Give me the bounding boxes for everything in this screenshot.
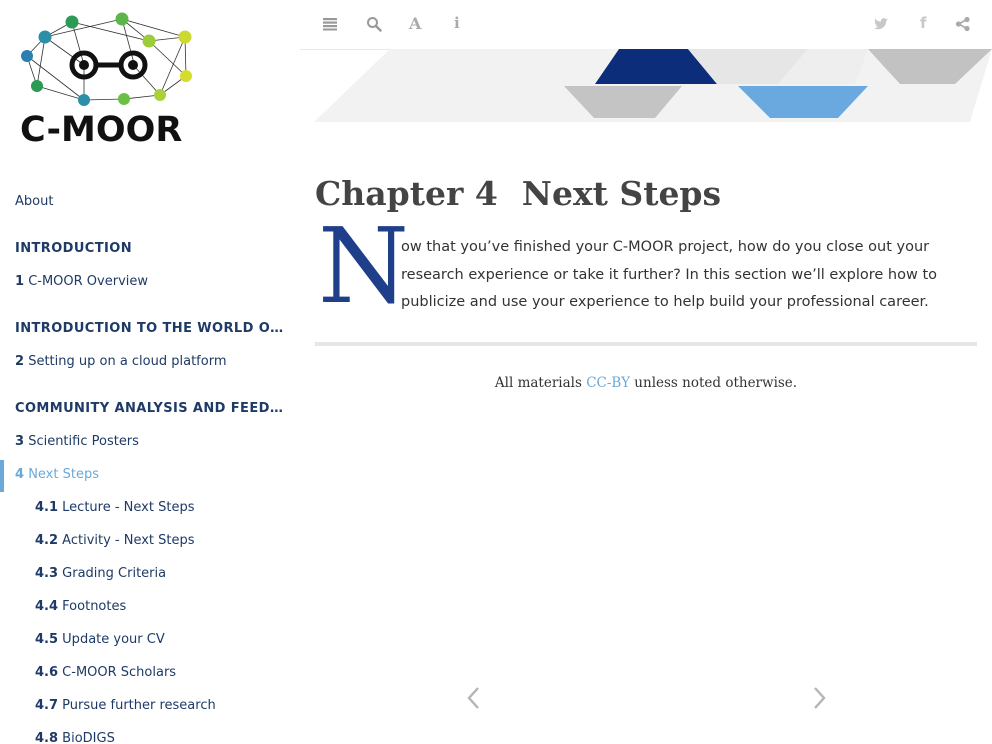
logo-text: C-MOOR bbox=[20, 110, 183, 150]
section-number: 4.7 bbox=[35, 698, 59, 713]
license-note: All materials CC-BY unless noted otherwi… bbox=[315, 375, 977, 391]
section-number: 4.2 bbox=[35, 533, 59, 548]
section-number: 4.3 bbox=[35, 566, 59, 581]
section-label: C-MOOR Scholars bbox=[62, 665, 177, 680]
chapter-number: 3 bbox=[15, 434, 25, 449]
section-number: 4.5 bbox=[35, 632, 59, 647]
font-icon[interactable]: A bbox=[409, 14, 425, 33]
search-icon[interactable] bbox=[366, 16, 382, 32]
drop-cap: N bbox=[318, 205, 409, 327]
section-number: 4.1 bbox=[35, 500, 59, 515]
chapter-label: Next Steps bbox=[28, 467, 99, 482]
active-indicator bbox=[0, 460, 4, 492]
chapter-label: Scientific Posters bbox=[28, 434, 139, 449]
chapter-number: 2 bbox=[15, 354, 25, 369]
section-label: BioDIGS bbox=[62, 731, 115, 744]
license-prefix: All materials bbox=[494, 375, 587, 391]
sidebar: C-MOOR About INTRODUCTION 1 C-MOOR Overv… bbox=[0, 0, 300, 744]
section-number: 4.8 bbox=[35, 731, 59, 744]
section-label: Pursue further research bbox=[62, 698, 216, 713]
sidebar-part-community-analysis: COMMUNITY ANALYSIS AND FEEDBACK bbox=[15, 401, 287, 416]
sidebar-item-section-4-7[interactable]: 4.7 Pursue further research bbox=[35, 698, 216, 713]
sidebar-item-section-4-6[interactable]: 4.6 C-MOOR Scholars bbox=[35, 665, 176, 680]
chapter-label: C-MOOR Overview bbox=[28, 274, 149, 289]
info-icon[interactable]: i bbox=[454, 14, 470, 32]
section-label: Grading Criteria bbox=[62, 566, 167, 581]
sidebar-item-chapter-2[interactable]: 2 Setting up on a cloud platform bbox=[15, 354, 227, 369]
intro-paragraph: ow that you’ve finished your C-MOOR proj… bbox=[401, 239, 938, 310]
cc-by-link[interactable]: CC-BY bbox=[586, 375, 630, 391]
previous-page-icon[interactable] bbox=[465, 684, 483, 712]
chapter-number: 4 bbox=[15, 467, 25, 482]
toolbar: A i f bbox=[300, 0, 992, 50]
sidebar-item-section-4-2[interactable]: 4.2 Activity - Next Steps bbox=[35, 533, 195, 548]
share-icon[interactable] bbox=[955, 16, 971, 32]
chapter-label: Setting up on a cloud platform bbox=[28, 354, 227, 369]
sidebar-item-chapter-4[interactable]: 4 Next Steps bbox=[15, 467, 99, 482]
section-label: Footnotes bbox=[62, 599, 127, 614]
sidebar-item-about[interactable]: About bbox=[15, 194, 53, 209]
facebook-icon[interactable]: f bbox=[920, 14, 936, 32]
sidebar-item-section-4-4[interactable]: 4.4 Footnotes bbox=[35, 599, 126, 614]
section-number: 4.4 bbox=[35, 599, 59, 614]
section-label: Lecture - Next Steps bbox=[62, 500, 195, 515]
chapter-banner bbox=[314, 49, 992, 122]
sidebar-item-chapter-1[interactable]: 1 C-MOOR Overview bbox=[15, 274, 148, 289]
sidebar-item-section-4-8[interactable]: 4.8 BioDIGS bbox=[35, 731, 115, 744]
chapter-title: Next Steps bbox=[521, 174, 722, 214]
next-page-icon[interactable] bbox=[810, 684, 828, 712]
sidebar-item-chapter-3[interactable]: 3 Scientific Posters bbox=[15, 434, 139, 449]
twitter-icon[interactable] bbox=[873, 16, 889, 32]
network-logo-graphic bbox=[21, 12, 192, 106]
c-moor-logo: C-MOOR bbox=[15, 10, 205, 150]
sidebar-part-world-of-research: INTRODUCTION TO THE WORLD OF RESEARCH bbox=[15, 321, 287, 336]
section-number: 4.6 bbox=[35, 665, 59, 680]
chapter-number: 1 bbox=[15, 274, 25, 289]
menu-icon[interactable] bbox=[322, 16, 338, 32]
sidebar-item-section-4-1[interactable]: 4.1 Lecture - Next Steps bbox=[35, 500, 194, 515]
sidebar-item-section-4-5[interactable]: 4.5 Update your CV bbox=[35, 632, 165, 647]
section-label: Activity - Next Steps bbox=[62, 533, 195, 548]
sidebar-item-section-4-3[interactable]: 4.3 Grading Criteria bbox=[35, 566, 166, 581]
license-suffix: unless noted otherwise. bbox=[630, 375, 798, 391]
section-label: Update your CV bbox=[62, 632, 165, 647]
sidebar-part-introduction: INTRODUCTION bbox=[15, 241, 132, 256]
divider bbox=[315, 342, 977, 346]
